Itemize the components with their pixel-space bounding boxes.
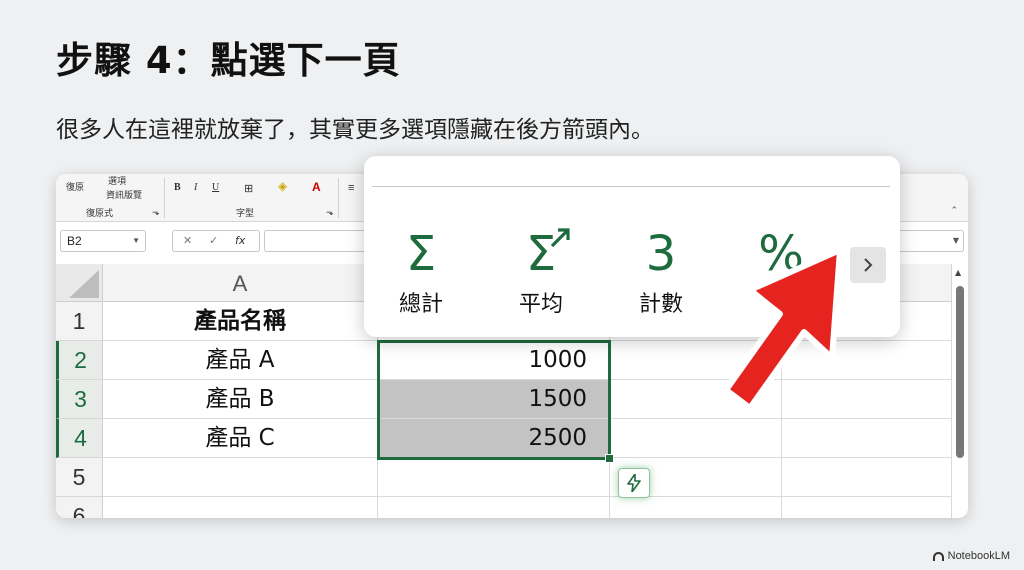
cell-c4[interactable]: [610, 419, 782, 458]
fill-color-icon[interactable]: ◈: [278, 179, 287, 193]
scroll-up-icon[interactable]: ▲: [955, 268, 961, 277]
quick-analysis-button[interactable]: [618, 468, 650, 498]
bold-button[interactable]: B: [174, 182, 181, 193]
lightning-icon: [627, 474, 641, 492]
clipboard-group-label: 復原式: [86, 208, 114, 218]
cell-a5[interactable]: [103, 458, 378, 497]
total-option[interactable]: Σ 總計: [376, 226, 466, 318]
chevron-down-icon[interactable]: ▼: [132, 236, 140, 245]
row-header[interactable]: 4: [56, 419, 103, 458]
select-all-corner[interactable]: [56, 264, 103, 302]
scroll-thumb[interactable]: [956, 286, 964, 458]
fill-handle[interactable]: [605, 454, 614, 463]
option-label: 總計: [398, 292, 443, 317]
cell-d5[interactable]: [782, 458, 952, 497]
notebooklm-logo-icon: [932, 551, 944, 561]
dialog-launcher-icon[interactable]: ⬎: [326, 207, 334, 218]
view-label[interactable]: 資訊版覽: [106, 188, 142, 201]
formula-buttons: ✕ ✓ fx: [172, 230, 260, 252]
option-label: 平均: [518, 292, 563, 317]
option-label: 計數: [638, 292, 683, 317]
average-option[interactable]: Σ 平均: [496, 226, 586, 318]
row-header[interactable]: 6: [56, 497, 103, 518]
italic-button[interactable]: I: [194, 182, 197, 193]
underline-button[interactable]: U: [212, 182, 219, 193]
dialog-launcher-icon[interactable]: ⬎: [152, 207, 160, 218]
function-icon[interactable]: fx: [235, 234, 245, 247]
align-icon[interactable]: ≡: [348, 182, 354, 194]
ribbon-separator: [338, 178, 339, 218]
count-option[interactable]: 3 計數: [616, 226, 706, 318]
arrow-up-right-icon: [550, 228, 570, 248]
slide-title: 步驟 4：點選下一頁: [56, 39, 401, 82]
row-header[interactable]: 2: [56, 341, 103, 380]
watermark-text: NotebookLM: [947, 550, 1010, 562]
pointer-arrow-icon: [723, 247, 843, 411]
borders-icon[interactable]: ⊞: [244, 182, 253, 195]
cell-d4[interactable]: [782, 419, 952, 458]
font-color-icon[interactable]: A: [312, 180, 321, 194]
font-group-label: 字型: [236, 208, 255, 218]
cell-a2[interactable]: 產品 A: [103, 341, 378, 380]
cell-c6[interactable]: [610, 497, 782, 518]
cell-a6[interactable]: [103, 497, 378, 518]
name-box-value: B2: [67, 234, 82, 248]
selection-range: [377, 340, 614, 463]
sigma-average-icon: Σ: [496, 226, 586, 282]
column-header-a[interactable]: A: [103, 264, 378, 302]
row-header[interactable]: 3: [56, 380, 103, 419]
sigma-icon: Σ: [405, 226, 437, 282]
cell-a3[interactable]: 產品 B: [103, 380, 378, 419]
cell-b5[interactable]: [378, 458, 610, 497]
cell-d6[interactable]: [782, 497, 952, 518]
row-header[interactable]: 5: [56, 458, 103, 497]
cell-a1[interactable]: 產品名稱: [103, 302, 378, 341]
collapse-ribbon-icon[interactable]: ⌃: [950, 206, 958, 216]
cell-b6[interactable]: [378, 497, 610, 518]
vertical-scrollbar[interactable]: ▲: [952, 264, 968, 518]
slide-subtitle: 很多人在這裡就放棄了，其實更多選項隱藏在後方箭頭內。: [56, 117, 654, 143]
row-header[interactable]: 1: [56, 302, 103, 341]
expand-formula-icon[interactable]: ▼: [953, 236, 959, 245]
cell-a4[interactable]: 產品 C: [103, 419, 378, 458]
chevron-right-icon: [864, 258, 873, 272]
undo-label[interactable]: 復原: [66, 180, 84, 193]
enter-icon[interactable]: ✓: [209, 234, 218, 247]
notebooklm-watermark: NotebookLM: [932, 550, 1010, 562]
name-box[interactable]: B2 ▼: [60, 230, 146, 252]
count-icon: 3: [645, 226, 677, 282]
popup-divider: [372, 186, 890, 187]
paste-options-label[interactable]: 選項: [108, 174, 126, 187]
ribbon-separator: [164, 178, 165, 218]
cancel-icon[interactable]: ✕: [183, 234, 192, 247]
